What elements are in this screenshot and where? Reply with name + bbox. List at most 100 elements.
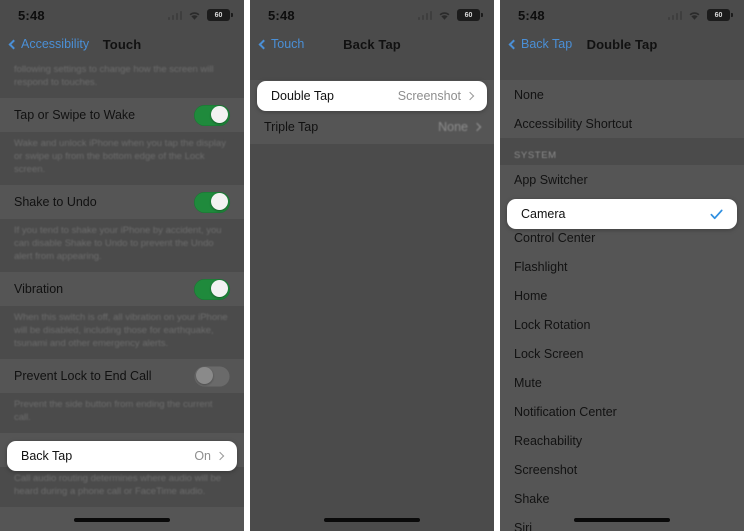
list-item-label: Lock Rotation: [514, 317, 591, 332]
chevron-left-icon: [258, 39, 269, 49]
chevron-right-icon: [472, 122, 482, 132]
row-vibration[interactable]: Vibration: [0, 272, 244, 306]
note-vibration: When this switch is off, all vibration o…: [14, 312, 228, 349]
status-indicators: 60: [167, 9, 233, 21]
chevron-left-icon: [508, 39, 519, 49]
battery-level: 60: [714, 11, 723, 19]
back-button-label: Touch: [271, 37, 305, 51]
section-header-system: SYSTEM: [514, 150, 557, 161]
chevron-right-icon: [465, 91, 475, 101]
list-item-label: Control Center: [514, 230, 596, 245]
chevron-left-icon: [8, 39, 19, 49]
list-item-label: Siri: [514, 520, 533, 531]
toggle-tap-or-swipe-to-wake[interactable]: [194, 104, 230, 126]
navigation-bar: Double Tap Back Tap: [500, 30, 744, 58]
panel-touch-settings: 5:48 60 Touch Accessibility following se…: [0, 0, 244, 531]
toggle-shake-to-undo[interactable]: [194, 191, 230, 213]
back-button-label: Accessibility: [21, 37, 90, 51]
note-prevent-lock-to-end-call: Prevent the side button from ending the …: [14, 399, 213, 423]
highlight-label: Back Tap: [21, 449, 73, 463]
list-item-app-switcher[interactable]: App Switcher: [500, 165, 744, 194]
home-indicator: [574, 518, 670, 522]
list-item-siri[interactable]: Siri: [500, 513, 744, 531]
setting-group-shake-to-undo: Shake to Undo: [0, 185, 244, 219]
panel-double-tap-actions: 5:48 60 Double Tap Back Tap None Accessi…: [500, 0, 744, 531]
row-label: Shake to Undo: [14, 195, 97, 209]
navigation-bar: Touch Accessibility: [0, 30, 244, 58]
highlight-back-tap-row[interactable]: Back Tap On: [7, 441, 237, 471]
note-call-audio-routing: Call audio routing determines where audi…: [14, 473, 222, 497]
highlight-camera-row[interactable]: Camera: [507, 199, 737, 229]
list-item-label: Notification Center: [514, 404, 617, 419]
list-item-lock-screen[interactable]: Lock Screen: [500, 339, 744, 368]
status-time: 5:48: [268, 7, 295, 23]
status-time: 5:48: [518, 7, 545, 23]
list-item-label: None: [514, 87, 544, 102]
wifi-icon: [189, 11, 200, 20]
toggle-prevent-lock-to-end-call[interactable]: [194, 365, 230, 387]
list-item-notification-center[interactable]: Notification Center: [500, 397, 744, 426]
status-bar: 5:48 60: [250, 0, 494, 30]
battery-icon: 60: [207, 9, 233, 21]
action-list: None Accessibility Shortcut SYSTEM App S…: [500, 58, 744, 531]
row-prevent-lock-to-end-call[interactable]: Prevent Lock to End Call: [0, 359, 244, 393]
list-item-screenshot[interactable]: Screenshot: [500, 455, 744, 484]
row-label: Vibration: [14, 282, 64, 296]
note-shake-to-undo: If you tend to shake your iPhone by acci…: [14, 225, 222, 262]
signal-bars-icon: [667, 10, 682, 20]
battery-level: 60: [464, 11, 473, 19]
row-label: Tap or Swipe to Wake: [14, 108, 136, 122]
wifi-icon: [689, 11, 700, 20]
row-label: Triple Tap: [264, 120, 319, 134]
highlight-value-text: On: [194, 449, 211, 463]
highlight-double-tap-row[interactable]: Double Tap Screenshot: [257, 81, 487, 111]
toggle-vibration[interactable]: [194, 278, 230, 300]
back-button[interactable]: Back Tap: [508, 37, 573, 51]
status-indicators: 60: [417, 9, 483, 21]
status-time: 5:48: [18, 7, 45, 23]
list-item-label: Mute: [514, 375, 542, 390]
three-panel-screenshot-strip: 5:48 60 Touch Accessibility following se…: [0, 0, 750, 531]
list-item-flashlight[interactable]: Flashlight: [500, 252, 744, 281]
setting-group-tap-swipe: Tap or Swipe to Wake: [0, 98, 244, 132]
back-button[interactable]: Accessibility: [8, 37, 90, 51]
list-item-label: Screenshot: [514, 462, 578, 477]
home-indicator: [324, 518, 420, 522]
status-indicators: 60: [667, 9, 733, 21]
list-item-label: Lock Screen: [514, 346, 584, 361]
row-shake-to-undo[interactable]: Shake to Undo: [0, 185, 244, 219]
list-item-label: Reachability: [514, 433, 583, 448]
status-bar: 5:48 60: [500, 0, 744, 30]
note-tap-or-swipe-to-wake: Wake and unlock iPhone when you tap the …: [14, 138, 226, 175]
row-triple-tap[interactable]: Triple Tap None: [250, 110, 494, 144]
list-item-label: App Switcher: [514, 172, 588, 187]
battery-icon: 60: [707, 9, 733, 21]
setting-group-prevent-lock: Prevent Lock to End Call: [0, 359, 244, 393]
back-button-label: Back Tap: [521, 37, 573, 51]
list-item-mute[interactable]: Mute: [500, 368, 744, 397]
navigation-bar: Back Tap Touch: [250, 30, 494, 58]
status-bar: 5:48 60: [0, 0, 244, 30]
highlight-value-text: Screenshot: [397, 89, 461, 103]
list-item-label: Home: [514, 288, 548, 303]
list-item-accessibility-shortcut[interactable]: Accessibility Shortcut: [500, 109, 744, 138]
highlight-value: Screenshot: [397, 89, 475, 103]
row-label: Prevent Lock to End Call: [14, 369, 152, 383]
back-button[interactable]: Touch: [258, 37, 305, 51]
signal-bars-icon: [417, 10, 432, 20]
intro-note: following settings to change how the scr…: [14, 64, 214, 88]
list-item-label: Accessibility Shortcut: [514, 116, 633, 131]
list-item-reachability[interactable]: Reachability: [500, 426, 744, 455]
list-item-label: Flashlight: [514, 259, 568, 274]
list-item-home[interactable]: Home: [500, 281, 744, 310]
panel-back-tap-settings: 5:48 60 Back Tap Touch Triple Tap None D…: [250, 0, 494, 531]
chevron-right-icon: [215, 451, 225, 461]
highlight-value: On: [194, 449, 225, 463]
battery-level: 60: [214, 11, 223, 19]
list-item-shake[interactable]: Shake: [500, 484, 744, 513]
row-tap-or-swipe-to-wake[interactable]: Tap or Swipe to Wake: [0, 98, 244, 132]
list-item-label: Shake: [514, 491, 550, 506]
list-item-lock-rotation[interactable]: Lock Rotation: [500, 310, 744, 339]
list-item-none[interactable]: None: [500, 80, 744, 109]
signal-bars-icon: [167, 10, 182, 20]
